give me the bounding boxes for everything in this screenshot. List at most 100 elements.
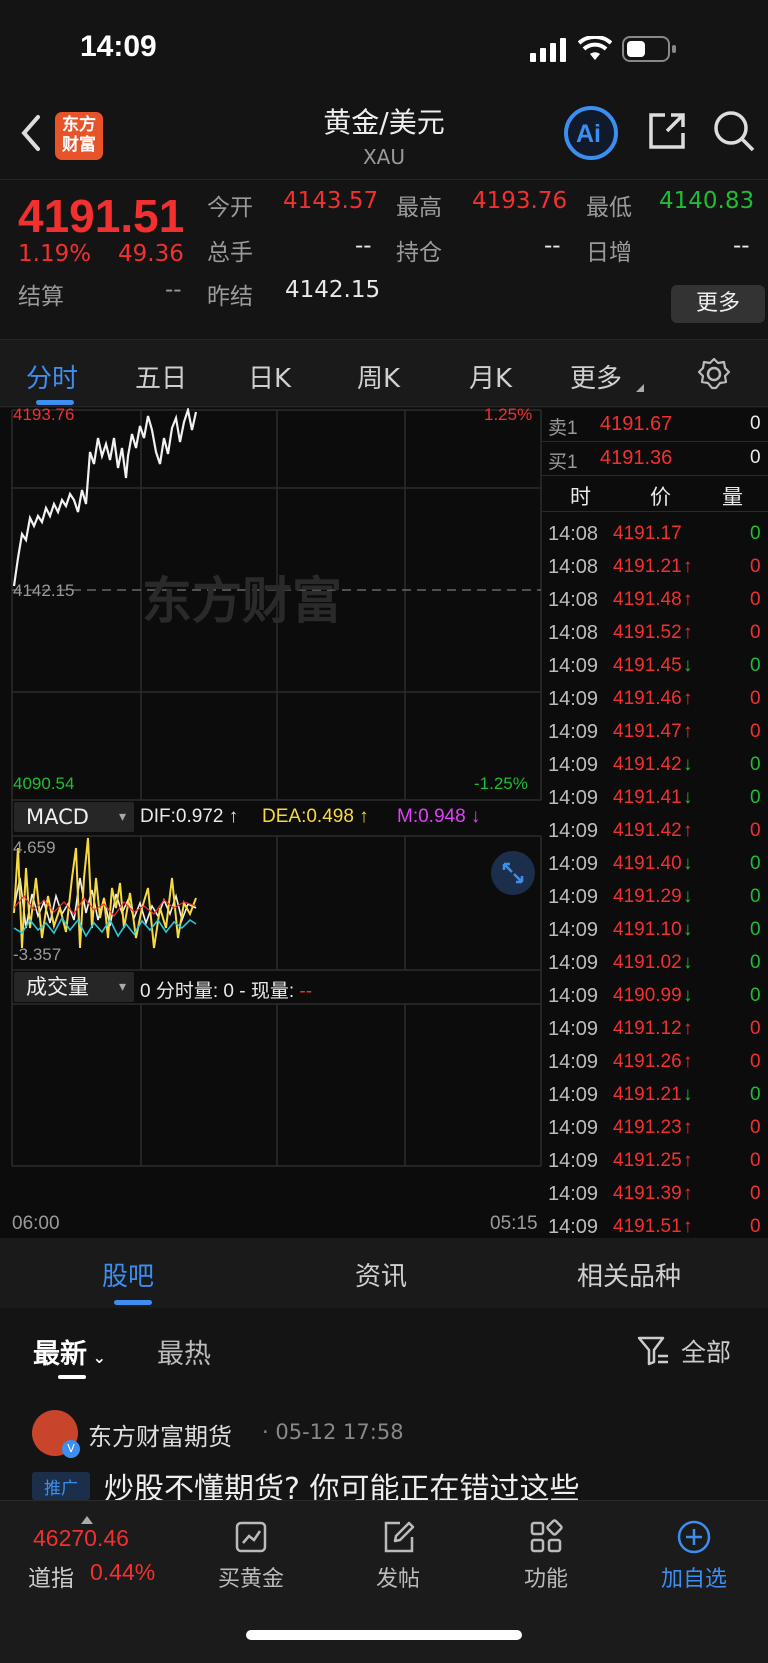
trade-qty: 0 [750,1183,761,1204]
nav-buy-gold[interactable]: 买黄金 [201,1519,301,1593]
time-start: 06:00 [12,1213,60,1234]
more-quote-button[interactable]: 更多 [671,285,765,323]
edit-icon [384,1521,415,1553]
trade-direction-icon: ↓ [683,886,693,907]
settings-icon[interactable] [697,357,731,391]
trade-row: 14:09 4191.45 ↓ 0 [542,650,768,683]
bid-qty: 0 [750,447,761,468]
trade-qty: 0 [750,523,761,544]
trade-direction-icon: ↑ [683,1117,693,1138]
filter-all[interactable]: 全部 [681,1333,731,1369]
trade-direction-icon: ↑ [683,1051,693,1072]
verified-icon: V [62,1440,80,1458]
nav-add-watchlist[interactable]: 加自选 [644,1519,744,1593]
trade-time: 14:09 [548,820,599,842]
content-tabs: 股吧 资讯 相关品种 [0,1238,768,1308]
tab-weekly-k[interactable]: 周K [357,358,400,395]
trade-time: 14:09 [548,721,599,743]
nav-functions[interactable]: 功能 [496,1519,596,1593]
chart-bottom-price: 4090.54 [13,774,75,793]
trade-direction-icon: ↓ [683,787,693,808]
col-time: 时 [570,486,591,509]
trade-direction-icon: ↑ [683,1150,693,1171]
trade-time: 14:09 [548,985,599,1007]
trade-price: 4191.51 [613,1216,682,1237]
tab-intraday[interactable]: 分时 [26,358,78,395]
volume-current: -- [299,981,313,1002]
dropdown-corner-icon [636,384,644,392]
trade-qty: 0 [750,1084,761,1105]
settle-value: -- [165,277,182,303]
macd-selector[interactable]: MACD ▾ [14,802,134,832]
volume-selector[interactable]: 成交量 ▾ [14,972,134,1002]
trade-price: 4191.25 [613,1150,682,1171]
tab-more[interactable]: 更多 [570,358,622,395]
tab-five-day[interactable]: 五日 [135,358,187,395]
post-author[interactable]: 东方财富期货 [88,1417,232,1452]
search-icon[interactable] [712,109,756,153]
nav-post[interactable]: 发帖 [348,1519,448,1593]
volume-label: 总手 [207,240,253,266]
trade-price: 4191.39 [613,1183,682,1204]
trade-qty: 0 [750,589,761,610]
caret-down-icon: ▾ [118,809,126,825]
trade-price: 4191.12 [613,1018,682,1039]
last-price: 4191.51 [18,190,185,242]
header-bar: 东方 财富 黄金/美元 XAU Ai [0,95,768,180]
trade-price: 4191.21 [613,1084,682,1105]
tab-related[interactable]: 相关品种 [577,1256,681,1293]
trade-price: 4191.02 [613,952,682,973]
sort-hot[interactable]: 最热 [157,1332,211,1371]
expand-icon[interactable] [490,850,536,896]
trade-price: 4191.17 [613,523,682,544]
trade-row: 14:09 4191.29 ↓ 0 [542,881,768,914]
trade-time: 14:09 [548,1051,599,1073]
trade-time: 14:09 [548,1216,599,1238]
tab-news[interactable]: 资讯 [355,1256,407,1293]
bid-row: 买1 4191.36 0 [542,442,768,476]
trade-time: 14:09 [548,886,599,908]
trade-time: 14:09 [548,853,599,875]
trade-direction-icon: ↑ [683,721,693,742]
trade-row: 14:09 4191.23 ↑ 0 [542,1112,768,1145]
index-name[interactable]: 道指 [28,1559,74,1593]
trade-direction-icon: ↑ [683,1183,693,1204]
trade-row: 14:09 4191.10 ↓ 0 [542,914,768,947]
filter-icon[interactable] [636,1334,670,1368]
trade-time: 14:09 [548,1183,599,1205]
trade-price: 4191.52 [613,622,682,643]
trade-qty: 0 [750,754,761,775]
trade-time: 14:08 [548,556,599,578]
trade-qty: 0 [750,622,761,643]
tab-monthly-k[interactable]: 月K [469,358,512,395]
index-value[interactable]: 46270.46 [33,1525,129,1552]
trade-row: 14:09 4190.99 ↓ 0 [542,980,768,1013]
sort-latest[interactable]: 最新 ⌄ [33,1332,106,1371]
prev-settle-value: 4142.15 [285,277,381,303]
wifi-icon [578,36,612,60]
tab-daily-k[interactable]: 日K [248,358,291,395]
tab-forum[interactable]: 股吧 [102,1256,154,1293]
ai-icon[interactable]: Ai [563,105,619,161]
index-pct[interactable]: 0.44% [90,1559,155,1586]
trade-direction-icon: ↑ [683,589,693,610]
watermark: 东方财富 [142,572,342,630]
trade-row: 14:08 4191.17 0 [542,518,768,551]
post-title[interactable]: 炒股不懂期货? 你可能正在错过这些 [104,1468,579,1500]
share-icon[interactable] [645,109,689,153]
trade-price: 4191.42 [613,820,682,841]
status-time: 14:09 [80,30,157,63]
trade-time: 14:09 [548,1084,599,1106]
trade-direction-icon: ↓ [683,952,693,973]
macd-m: M:0.948 ↓ [397,806,481,827]
col-price: 价 [650,486,671,509]
trade-price: 4191.26 [613,1051,682,1072]
col-qty: 量 [722,486,743,509]
trade-qty: 0 [750,853,761,874]
chart-top-price: 4193.76 [13,405,75,424]
trade-time: 14:08 [548,589,599,611]
sort-indicator [58,1375,86,1379]
bid-price: 4191.36 [600,447,673,469]
trade-qty: 0 [750,688,761,709]
trade-price: 4191.48 [613,589,682,610]
